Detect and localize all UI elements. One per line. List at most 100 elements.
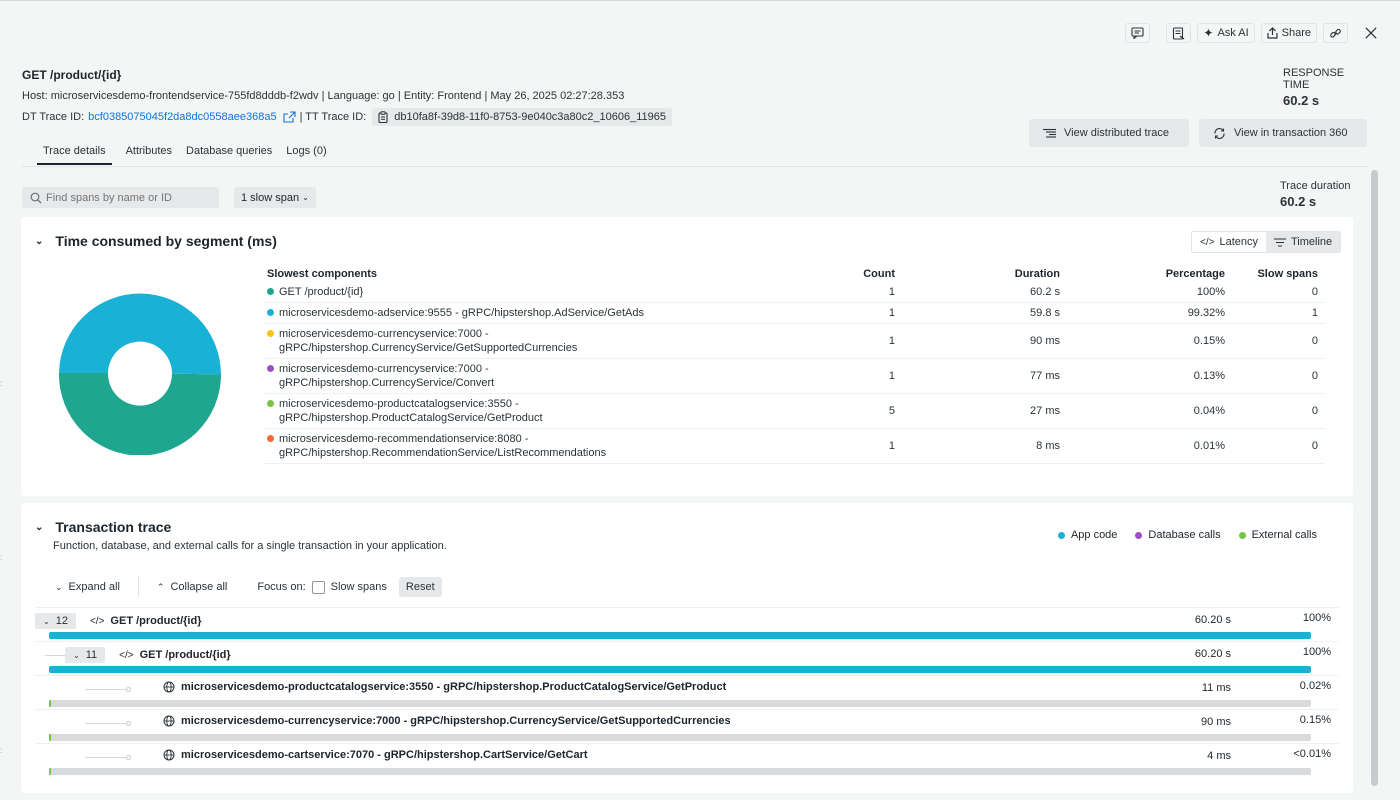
trace-span-row[interactable]: microservicesdemo-cartservice:7070 - gRP… (35, 743, 1339, 777)
component-name: microservicesdemo-currencyservice:7000 -… (265, 327, 785, 355)
expand-all-label: Expand all (68, 581, 120, 593)
tree-connector (45, 655, 65, 656)
trace-span-row[interactable]: ⌄ 12 </> GET /product/{id} 60.20 s 100% (35, 607, 1339, 641)
component-count: 1 (888, 335, 895, 347)
dt-trace-label: DT Trace ID: (22, 111, 85, 123)
component-duration: 77 ms (1030, 370, 1060, 382)
legend-label: App code (1070, 529, 1118, 541)
component-duration: 59.8 s (1030, 307, 1060, 319)
transaction-360-icon (1214, 127, 1225, 139)
span-name: microservicesdemo-currencyservice:7000 -… (181, 715, 731, 727)
tab-attributes[interactable]: Attributes (126, 144, 172, 165)
table-row[interactable]: microservicesdemo-adservice:9555 - gRPC/… (265, 303, 1325, 324)
trace-section-subtitle: Function, database, and external calls f… (53, 540, 447, 552)
span-percentage: 100% (1302, 646, 1331, 658)
slow-spans-label: Slow spans (330, 581, 387, 593)
component-duration: 60.2 s (1030, 286, 1060, 298)
tab-logs[interactable]: Logs (0) (286, 144, 326, 165)
table-row[interactable]: microservicesdemo-productcatalogservice:… (265, 394, 1325, 429)
sparkle-icon: ✦ (1203, 26, 1214, 40)
slow-span-dropdown[interactable]: 1 slow span ⌄ (234, 187, 316, 208)
trace-section-header[interactable]: ⌄ Transaction trace (35, 519, 171, 535)
table-row[interactable]: GET /product/{id} 1 60.2 s 100% 0 (265, 282, 1325, 303)
table-row[interactable]: microservicesdemo-currencyservice:7000 -… (265, 359, 1325, 394)
component-name: GET /product/{id} (265, 285, 785, 299)
child-count: 12 (55, 615, 68, 627)
collapse-all-button[interactable]: ⌃ Collapse all (157, 581, 227, 593)
ask-ai-button[interactable]: ✦ Ask AI (1197, 23, 1255, 43)
tt-trace-id-box[interactable]: db10fa8f-39d8-11f0-8753-9e040c3a80c2_106… (372, 108, 672, 126)
trace-span-row[interactable]: microservicesdemo-productcatalogservice:… (35, 675, 1339, 709)
span-label: microservicesdemo-cartservice:7070 - gRP… (163, 749, 588, 761)
globe-icon (163, 681, 175, 693)
view-distributed-trace-label: View distributed trace (1064, 127, 1169, 139)
series-color-dot (267, 365, 274, 372)
ask-ai-label: Ask AI (1217, 27, 1249, 39)
clipboard-icon[interactable] (378, 111, 388, 123)
span-name: microservicesdemo-cartservice:7070 - gRP… (181, 749, 588, 761)
view-transaction-360-button[interactable]: View in transaction 360 (1199, 119, 1367, 147)
expand-all-button[interactable]: ⌄ Expand all (55, 581, 120, 593)
donut-slice[interactable] (58, 373, 221, 455)
external-link-icon[interactable] (283, 111, 296, 123)
link-icon[interactable] (1323, 23, 1348, 43)
share-icon (1267, 27, 1278, 39)
toggle-latency-label: Latency (1219, 236, 1258, 248)
legend-app-code: App code (1057, 529, 1118, 541)
span-percentage: 100% (1302, 612, 1331, 624)
trace-meta: Host: microservicesdemo-frontendservice-… (22, 90, 625, 102)
span-duration: 60.20 s (1194, 614, 1231, 626)
span-name: GET /product/{id} (110, 615, 202, 627)
chevron-up-icon: ⌃ (156, 581, 165, 592)
trace-span-row[interactable]: ⌄ 11 </> GET /product/{id} 60.20 s 100% (35, 641, 1339, 675)
share-button[interactable]: Share (1260, 23, 1317, 43)
scrollbar-thumb[interactable] (1371, 170, 1378, 786)
span-duration: 11 ms (1201, 682, 1231, 694)
component-percentage: 0.04% (1193, 405, 1225, 417)
span-toggle-button[interactable]: ⌄ 11 (65, 647, 106, 663)
edge-mark: : (0, 553, 3, 562)
donut-slice[interactable] (59, 293, 221, 375)
divider (137, 577, 139, 597)
component-count: 5 (888, 405, 895, 417)
span-percentage: <0.01% (1293, 748, 1331, 760)
component-percentage: 0.15% (1193, 335, 1225, 347)
reset-button[interactable]: Reset (398, 577, 442, 597)
segment-section-header[interactable]: ⌄ Time consumed by segment (ms) (35, 233, 277, 249)
table-row[interactable]: microservicesdemo-recommendationservice:… (265, 429, 1325, 464)
dt-trace-link[interactable]: bcf0385075045f2da8dc0558aee368a5 (88, 111, 276, 123)
table-row[interactable]: microservicesdemo-currencyservice:7000 -… (265, 324, 1325, 359)
component-label-line1: microservicesdemo-productcatalogservice:… (279, 398, 519, 410)
tab-trace-details[interactable]: Trace details (37, 144, 112, 165)
legend-external-calls: External calls (1238, 529, 1317, 541)
chevron-down-icon[interactable]: ⌄ (35, 236, 43, 247)
col-slow-spans: Slow spans (1257, 267, 1318, 280)
chevron-down-icon: ⌄ (73, 650, 80, 660)
toggle-latency[interactable]: </> Latency (1192, 232, 1266, 252)
slow-spans-checkbox[interactable] (311, 580, 325, 594)
comment-icon[interactable] (1125, 23, 1151, 43)
span-toggle-button[interactable]: ⌄ 12 (35, 613, 76, 629)
chevron-down-icon[interactable]: ⌄ (35, 522, 43, 533)
component-label-line2: gRPC/hipstershop.RecommendationService/L… (279, 447, 607, 459)
scrollbar[interactable] (1369, 168, 1380, 788)
table-header: Slowest components Count Duration Percen… (265, 265, 1325, 282)
tab-database-queries[interactable]: Database queries (186, 144, 272, 165)
notes-icon[interactable] (1166, 23, 1192, 43)
close-icon[interactable] (1360, 23, 1382, 43)
code-icon: </> (1200, 236, 1215, 248)
trace-duration-label: Trace duration (1280, 180, 1351, 192)
span-label: ⌄ 11 </> GET /product/{id} (65, 647, 231, 663)
slow-span-label: 1 slow span (241, 191, 300, 204)
trace-span-row[interactable]: microservicesdemo-currencyservice:7000 -… (35, 709, 1339, 743)
trace-legend: App code Database calls External calls (1057, 529, 1317, 541)
span-percentage: 0.02% (1299, 680, 1331, 692)
component-duration: 27 ms (1030, 405, 1060, 417)
view-distributed-trace-button[interactable]: View distributed trace (1029, 119, 1189, 147)
toggle-timeline[interactable]: Timeline (1266, 232, 1341, 252)
component-duration: 90 ms (1030, 335, 1060, 347)
trace-duration: Trace duration 60.2 s (1280, 180, 1351, 209)
child-count: 11 (85, 649, 98, 661)
search-icon (30, 192, 42, 203)
search-input[interactable] (46, 191, 211, 204)
